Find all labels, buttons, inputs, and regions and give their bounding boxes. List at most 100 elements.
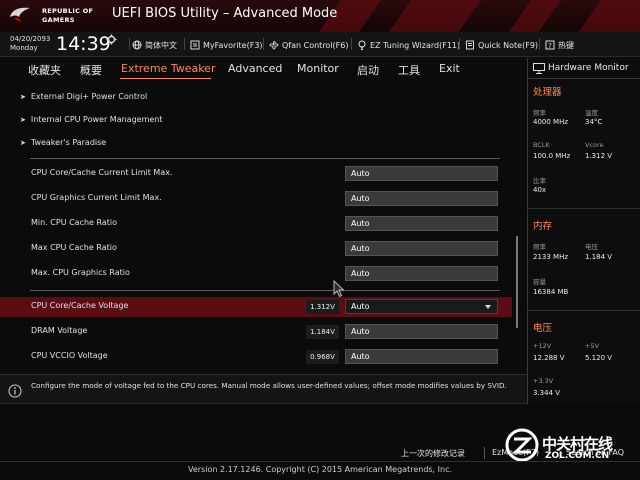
setting-label: Max. CPU Graphics Ratio: [31, 268, 130, 277]
date-text: 04/20/2093: [10, 35, 51, 43]
scrollbar[interactable]: [516, 236, 518, 328]
dram-voltage-field[interactable]: Auto: [345, 324, 498, 339]
myfavorite-button[interactable]: MyFavorite(F3): [190, 38, 263, 52]
help-icon: ?: [545, 40, 555, 50]
mouse-cursor-icon: [333, 280, 345, 298]
last-modified-button[interactable]: 上一次的修改记录: [401, 448, 465, 459]
hw-section-cpu: 处理器: [533, 87, 562, 98]
note-icon: [466, 40, 474, 50]
arrow-right-icon: ➤: [20, 93, 26, 101]
hw-value: 2133 MHz: [533, 253, 569, 261]
hw-label: 电压: [585, 243, 598, 251]
submenu-internal-cpu-power[interactable]: ➤ Internal CPU Power Management: [20, 115, 163, 124]
tab-main[interactable]: 概要: [80, 62, 102, 78]
hw-value: 5.120 V: [585, 354, 613, 362]
fan-icon: [269, 41, 279, 50]
max-cpu-cache-ratio-field[interactable]: Auto: [345, 241, 498, 256]
setting-label: CPU Graphics Current Limit Max.: [31, 193, 162, 202]
favorite-icon: [190, 40, 200, 50]
voltage-reading: 1.184V: [306, 325, 339, 339]
app-title: UEFI BIOS Utility – Advanced Mode: [112, 6, 338, 21]
voltage-reading: 0.968V: [306, 350, 339, 364]
hw-section-memory: 内存: [533, 221, 553, 232]
min-cpu-cache-ratio-field[interactable]: Auto: [345, 216, 498, 231]
max-cpu-graphics-ratio-field[interactable]: Auto: [345, 266, 498, 281]
toolbar-separator: [184, 38, 185, 50]
tab-extreme-tweaker[interactable]: Extreme Tweaker: [121, 62, 215, 75]
hw-value: 4000 MHz: [533, 118, 569, 126]
hw-label: 容量: [533, 278, 546, 286]
hw-value: 34°C: [585, 118, 603, 126]
tab-monitor[interactable]: Monitor: [297, 62, 339, 75]
language-label: 简体中文: [145, 40, 177, 50]
setting-label: Max CPU Cache Ratio: [31, 243, 117, 252]
submenu-external-digi-power[interactable]: ➤ External Digi+ Power Control: [20, 92, 147, 101]
setting-label: CPU Core/Cache Voltage: [31, 301, 129, 310]
arrow-right-icon: ➤: [20, 116, 26, 124]
myfavorite-label: MyFavorite(F3): [203, 40, 263, 50]
hw-section-divider: [527, 310, 640, 311]
submenu-label: Internal CPU Power Management: [30, 115, 163, 124]
hw-value: 12.288 V: [533, 354, 565, 362]
quick-note-label: Quick Note(F9): [478, 40, 539, 50]
voltage-reading: 1.312V: [306, 300, 339, 314]
quick-note-button[interactable]: Quick Note(F9): [465, 38, 538, 52]
globe-icon: [132, 40, 142, 50]
section-divider: [30, 290, 500, 291]
tab-advanced[interactable]: Advanced: [228, 62, 282, 75]
ez-tuning-label: EZ Tuning Wizard(F11): [370, 40, 461, 50]
hw-value: 1.312 V: [585, 152, 613, 160]
title-decoration: [508, 0, 562, 32]
toolbar-separator: [263, 38, 264, 50]
tab-boot[interactable]: 启动: [357, 62, 379, 78]
hw-section-voltage: 电压: [533, 323, 553, 334]
setting-label: Min. CPU Cache Ratio: [31, 218, 118, 227]
hw-label: BCLK: [533, 141, 550, 149]
title-decoration: [578, 0, 640, 32]
hw-value: 3.344 V: [533, 389, 561, 397]
brand-line-1: REPUBLIC OF: [42, 7, 94, 15]
hw-label: 比率: [533, 177, 546, 185]
gear-icon[interactable]: [106, 34, 117, 45]
qfan-control-button[interactable]: Qfan Control(F6): [269, 38, 348, 52]
ez-tuning-wizard-button[interactable]: EZ Tuning Wizard(F11): [357, 38, 460, 52]
bottom-separator: [484, 447, 485, 459]
brand-line-2: GAMERS: [42, 16, 75, 24]
hw-label: +3.3V: [533, 377, 554, 385]
cpu-vccio-voltage-field[interactable]: Auto: [345, 349, 498, 364]
toolbar-separator: [539, 38, 540, 50]
language-button[interactable]: 简体中文: [132, 38, 177, 52]
setting-label: CPU Core/Cache Current Limit Max.: [31, 168, 173, 177]
footer-divider: [0, 461, 640, 462]
hw-value: 100.0 MHz: [533, 152, 571, 160]
zol-watermark-logo-icon: [505, 428, 539, 462]
cpu-graphics-current-limit-field[interactable]: Auto: [345, 191, 498, 206]
watermark-url: ZOL.COM.CN: [545, 451, 610, 461]
hw-title-divider: [527, 78, 640, 79]
hotkeys-label: 热键: [558, 40, 574, 50]
toolbar-separator: [129, 38, 130, 50]
date-display: 04/20/2093 Monday: [10, 35, 50, 53]
hw-section-divider: [527, 208, 640, 209]
tab-exit[interactable]: Exit: [439, 62, 460, 75]
cpu-core-voltage-dropdown[interactable]: Auto: [345, 299, 498, 314]
qfan-label: Qfan Control(F6): [282, 40, 349, 50]
hw-label: +5V: [585, 342, 600, 350]
hotkeys-button[interactable]: ? 热键: [545, 38, 574, 52]
active-tab-indicator: [120, 78, 211, 79]
hw-label: 频率: [533, 243, 546, 251]
tab-tool[interactable]: 工具: [398, 62, 420, 78]
hw-label: Vcore: [585, 141, 604, 149]
day-text: Monday: [10, 44, 38, 52]
submenu-label: External Digi+ Power Control: [30, 92, 148, 101]
setting-label: DRAM Voltage: [31, 326, 88, 335]
hw-value: 16384 MB: [533, 288, 569, 296]
cpu-core-current-limit-field[interactable]: Auto: [345, 166, 498, 181]
setting-label: CPU VCCIO Voltage: [31, 351, 108, 360]
submenu-tweakers-paradise[interactable]: ➤ Tweaker's Paradise: [20, 138, 106, 147]
section-divider: [30, 158, 500, 159]
copyright-footer: Version 2.17.1246. Copyright (C) 2015 Am…: [187, 465, 453, 474]
tab-favorites[interactable]: 收藏夹: [28, 62, 61, 78]
info-icon: [8, 384, 22, 398]
brand-logo-text: REPUBLIC OF GAMERS: [42, 7, 93, 25]
